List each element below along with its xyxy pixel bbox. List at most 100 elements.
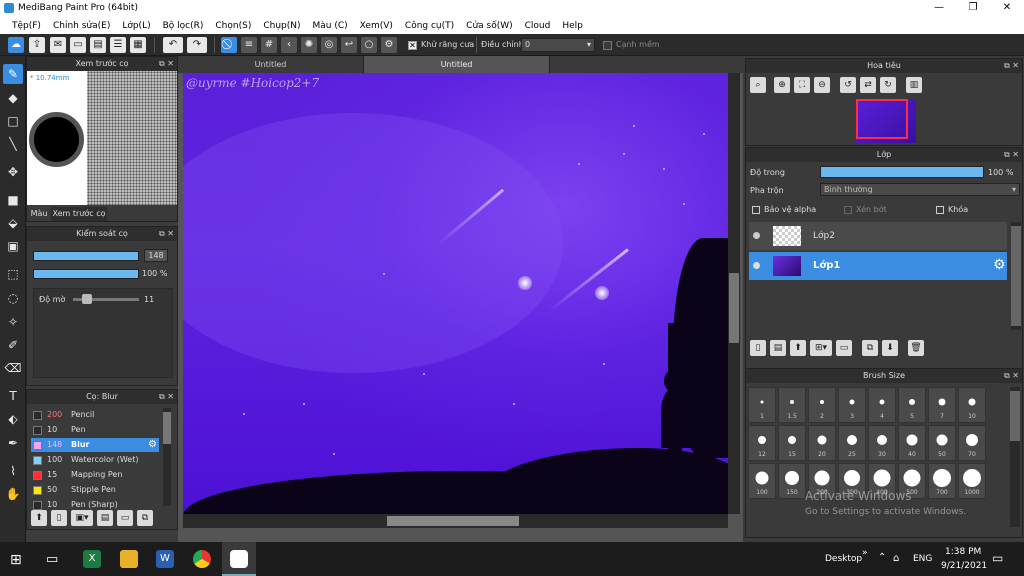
brush-size-cell[interactable]: 40 — [898, 425, 926, 461]
layer-row-2[interactable]: Lớp2 — [749, 222, 1007, 250]
antialias-checkbox[interactable]: ✕ — [408, 41, 417, 50]
brush-size-cell[interactable]: 1.5 — [778, 387, 806, 423]
clock-date[interactable]: 9/21/2021 — [941, 561, 987, 571]
minimize-button[interactable]: — — [922, 0, 956, 17]
add-brush-icon[interactable]: ▯ — [51, 510, 67, 526]
duplicate-layer-icon[interactable]: ⧉ — [862, 340, 878, 356]
menu-layer[interactable]: Lớp(L) — [116, 21, 156, 31]
visibility-eye-icon[interactable] — [753, 262, 760, 269]
close-button[interactable]: ✕ — [990, 0, 1024, 17]
chevron-up-icon[interactable]: ⌃ — [878, 552, 886, 563]
curve-snap-icon[interactable]: ↩ — [341, 37, 357, 53]
brush-list-item[interactable]: 200 Pencil — [31, 408, 159, 422]
menu-cloud[interactable]: Cloud — [519, 21, 557, 31]
brush-opacity-slider[interactable] — [33, 269, 139, 279]
menu-tools[interactable]: Công cụ(T) — [399, 21, 460, 31]
copy-layer-icon[interactable]: ⬆ — [790, 340, 806, 356]
menu-help[interactable]: Help — [556, 21, 589, 31]
navigator-view-rect[interactable] — [856, 99, 908, 139]
brush-size-cell[interactable]: 15 — [778, 425, 806, 461]
radial-snap-icon[interactable]: ✺ — [301, 37, 317, 53]
canvas-vertical-scrollbar[interactable] — [728, 73, 740, 514]
chrome-icon[interactable] — [193, 550, 211, 568]
layer-list-scrollbar[interactable] — [1011, 222, 1021, 330]
tab-color[interactable]: Màu — [27, 207, 51, 221]
menu-snap[interactable]: Chụp(N) — [257, 21, 306, 31]
brush-size-cell[interactable]: 50 — [928, 425, 956, 461]
tab-untitled-1[interactable]: Untitled — [178, 56, 364, 73]
visibility-eye-icon[interactable] — [753, 232, 760, 239]
comment-icon[interactable]: ✉ — [50, 37, 66, 53]
brush-copy-icon[interactable]: ▤ — [97, 510, 113, 526]
select-pen-icon[interactable]: ✐ — [3, 335, 23, 355]
merge-layer-icon[interactable]: ⬇ — [882, 340, 898, 356]
brush-size-cell[interactable]: 10 — [958, 387, 986, 423]
grid-icon[interactable]: ▦ — [130, 37, 146, 53]
select-eraser-icon[interactable]: ⌫ — [3, 358, 23, 378]
brush-size-scrollbar[interactable] — [1010, 387, 1020, 527]
notification-icon[interactable]: ▭ — [992, 551, 1003, 565]
menu-edit[interactable]: Chỉnh sửa(E) — [47, 21, 116, 31]
drawing-canvas[interactable]: @uyrme #Hoicop2+7 — [183, 73, 728, 514]
parallel-snap-icon[interactable]: ≡ — [241, 37, 257, 53]
pen-tool-icon[interactable]: ✒ — [3, 433, 23, 453]
layer-opacity-slider[interactable] — [820, 166, 984, 178]
brush-size-cell[interactable]: 700 — [928, 463, 956, 499]
brush-duplicate-icon[interactable]: ⧉ — [137, 510, 153, 526]
layer-row-1[interactable]: Lớp1 ⚙ — [749, 252, 1007, 280]
no-snap-icon[interactable]: ⃠ — [221, 37, 237, 53]
text-tool-icon[interactable]: T — [3, 386, 23, 406]
panel-options-icon[interactable]: ⧉ ✕ — [1004, 369, 1019, 383]
cloud-icon[interactable]: ☁ — [8, 37, 24, 53]
gradient-tool-icon[interactable]: ▣ — [3, 236, 23, 256]
brush-size-scroll-thumb[interactable] — [1010, 391, 1020, 441]
brush-size-cell[interactable]: 5 — [898, 387, 926, 423]
chevron-right-icon[interactable]: » — [862, 548, 868, 558]
soft-edge-checkbox[interactable] — [603, 41, 612, 50]
brush-settings-gear-icon[interactable]: ⚙ — [148, 438, 157, 452]
panel-options-icon[interactable]: ⧉ ✕ — [159, 390, 174, 404]
layer-scroll-thumb[interactable] — [1011, 226, 1021, 326]
brush-size-value[interactable]: 148 — [144, 249, 168, 262]
select-rect-icon[interactable]: ⬚ — [3, 264, 23, 284]
brush-list-item[interactable]: 15 Mapping Pen — [31, 468, 159, 482]
brush-tool-icon[interactable]: ✎ — [3, 64, 23, 84]
tab-untitled-2[interactable]: Untitled — [364, 56, 550, 73]
hand-tool-icon[interactable]: ✋ — [3, 484, 23, 504]
new-layer-icon[interactable]: ▯ — [750, 340, 766, 356]
menu-filter[interactable]: Bộ lọc(R) — [157, 21, 210, 31]
panel-options-icon[interactable]: ⧉ ✕ — [1004, 148, 1019, 162]
add-layer-menu-icon[interactable]: ⊞▾ — [810, 340, 832, 356]
move-tool-icon[interactable]: ✥ — [3, 162, 23, 182]
vanishing-snap-icon[interactable]: ‹ — [281, 37, 297, 53]
navigator-window-icon[interactable]: ▥ — [906, 77, 922, 93]
menu-window[interactable]: Cửa số(W) — [460, 21, 518, 31]
redo-icon[interactable]: ↷ — [187, 37, 207, 53]
clipping-checkbox[interactable] — [844, 206, 852, 214]
rectangle-tool-icon[interactable]: □ — [3, 111, 23, 131]
divide-tool-icon[interactable]: ⬖ — [3, 409, 23, 429]
list-icon[interactable]: ☰ — [110, 37, 126, 53]
brush-size-slider[interactable] — [33, 251, 139, 261]
brush-cloud-icon[interactable]: ⬆ — [31, 510, 47, 526]
desktop-toolbar-label[interactable]: Desktop — [825, 554, 862, 564]
brush-size-cell[interactable]: 3 — [838, 387, 866, 423]
excel-icon[interactable]: X — [83, 550, 101, 568]
panel-options-icon[interactable]: ⧉ ✕ — [159, 227, 174, 241]
chat-icon[interactable]: ▭ — [70, 37, 86, 53]
circle-snap-icon[interactable]: ◎ — [321, 37, 337, 53]
undo-icon[interactable]: ↶ — [163, 37, 183, 53]
maximize-button[interactable]: ❐ — [956, 0, 990, 17]
lock-checkbox[interactable] — [936, 206, 944, 214]
clock-time[interactable]: 1:38 PM — [945, 547, 981, 557]
hscroll-thumb[interactable] — [387, 516, 519, 526]
brush-size-cell[interactable]: 1 — [748, 387, 776, 423]
word-icon[interactable]: W — [156, 550, 174, 568]
brush-size-cell[interactable]: 12 — [748, 425, 776, 461]
eyedropper-icon[interactable]: ⌇ — [3, 461, 23, 481]
brush-list-scroll-thumb[interactable] — [163, 412, 171, 444]
share-icon[interactable]: ⇪ — [29, 37, 45, 53]
network-icon[interactable]: ⌂ — [893, 553, 899, 564]
medibang-taskbar-item[interactable] — [222, 542, 256, 576]
fill-rect-tool-icon[interactable]: ■ — [3, 190, 23, 210]
